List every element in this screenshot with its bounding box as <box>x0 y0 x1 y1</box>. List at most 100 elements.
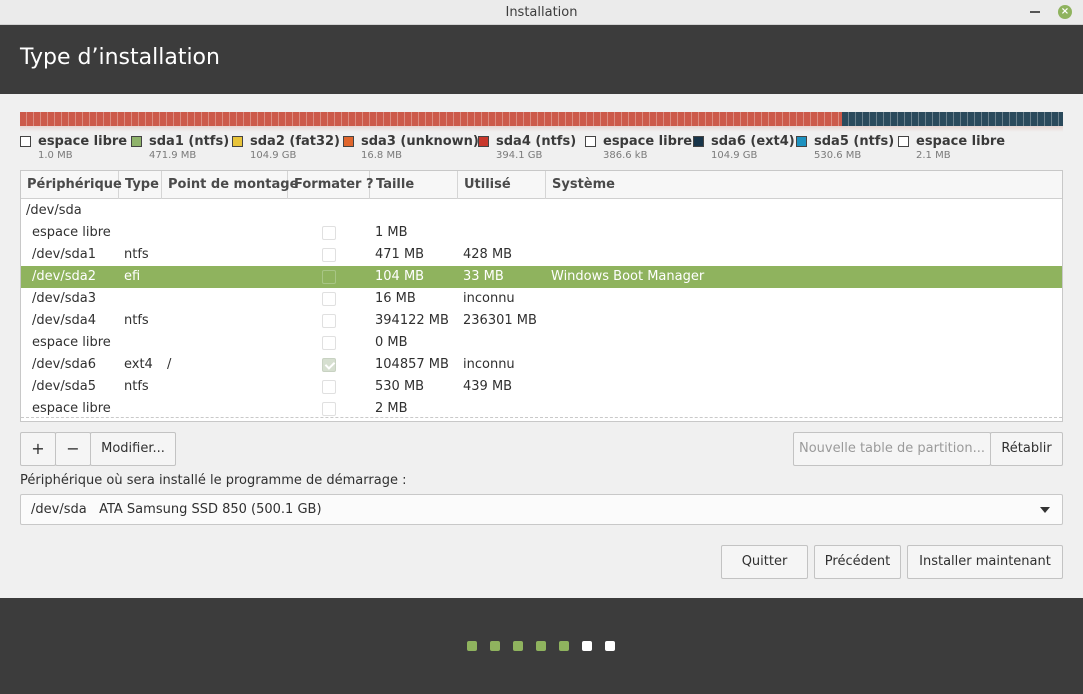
legend-swatch <box>796 136 807 147</box>
table-header: Périphérique Type Point de montage Forma… <box>21 171 1062 199</box>
disk-usage-bar <box>20 112 1063 132</box>
column-header-device[interactable]: Périphérique <box>21 171 122 199</box>
bootloader-label: Périphérique où sera installé le program… <box>20 473 407 488</box>
column-header-size[interactable]: Taille <box>370 171 458 199</box>
cell-size: 530 MB <box>375 379 425 394</box>
quit-button[interactable]: Quitter <box>721 545 808 579</box>
cell-size: 104 MB <box>375 269 425 284</box>
format-checkbox[interactable] <box>322 358 336 372</box>
cell-type: ntfs <box>124 247 149 262</box>
legend-name: sda4 (ntfs) <box>496 134 577 149</box>
legend-name: sda2 (fat32) <box>250 134 341 149</box>
cell-type: ntfs <box>124 313 149 328</box>
legend-name: sda6 (ext4) <box>711 134 795 149</box>
column-header-used[interactable]: Utilisé <box>458 171 546 199</box>
legend-size: 394.1 GB <box>496 150 543 161</box>
cell-type: ext4 <box>124 357 153 372</box>
legend-name: sda5 (ntfs) <box>814 134 895 149</box>
legend-name: sda3 (unknown) <box>361 134 479 149</box>
column-header-format[interactable]: Formater ? <box>288 171 374 199</box>
legend-name: espace libre <box>38 134 128 149</box>
legend-swatch <box>131 136 142 147</box>
install-now-button[interactable]: Installer maintenant <box>907 545 1063 579</box>
new-partition-table-button[interactable]: Nouvelle table de partition... <box>793 432 991 466</box>
legend-size: 16.8 MB <box>361 150 402 161</box>
format-checkbox[interactable] <box>322 314 336 328</box>
format-checkbox[interactable] <box>322 248 336 262</box>
legend-swatch <box>693 136 704 147</box>
cell-device: espace libre <box>32 335 111 350</box>
main-content: espace libre 1.0 MB sda1 (ntfs) 471.9 MB sda… <box>0 94 1083 598</box>
legend-size: 104.9 GB <box>711 150 758 161</box>
cell-used: inconnu <box>463 357 515 372</box>
cell-type: ntfs <box>124 379 149 394</box>
remove-partition-button[interactable]: − <box>55 432 91 466</box>
modify-partition-button[interactable]: Modifier... <box>90 432 176 466</box>
format-checkbox[interactable] <box>322 292 336 306</box>
page-header: Type d’installation <box>0 25 1083 94</box>
cell-size: 16 MB <box>375 291 416 306</box>
cell-size: 0 MB <box>375 335 408 350</box>
table-row[interactable]: /dev/sda1 ntfs 471 MB 428 MB <box>21 244 1062 266</box>
progress-step-complete <box>467 641 477 651</box>
add-partition-button[interactable]: + <box>20 432 56 466</box>
cell-device: /dev/sda5 <box>32 379 96 394</box>
window-title: Installation <box>505 5 578 20</box>
column-header-type[interactable]: Type <box>119 171 162 199</box>
progress-step-complete <box>536 641 546 651</box>
table-row[interactable]: /dev/sda4 ntfs 394122 MB 236301 MB <box>21 310 1062 332</box>
format-checkbox[interactable] <box>322 226 336 240</box>
legend-size: 530.6 MB <box>814 150 862 161</box>
cell-device: /dev/sda <box>26 203 82 218</box>
cell-device: /dev/sda3 <box>32 291 96 306</box>
format-checkbox[interactable] <box>322 336 336 350</box>
format-checkbox[interactable] <box>322 380 336 394</box>
legend-size: 386.6 kB <box>603 150 648 161</box>
cell-type: efi <box>124 269 141 284</box>
legend-swatch <box>20 136 31 147</box>
progress-step-complete <box>490 641 500 651</box>
table-row[interactable]: /dev/sda3 16 MB inconnu <box>21 288 1062 310</box>
table-row[interactable]: /dev/sda <box>21 200 1062 222</box>
cell-system: Windows Boot Manager <box>551 269 705 284</box>
bootloader-device-select[interactable]: /dev/sda ATA Samsung SSD 850 (500.1 GB) <box>20 494 1063 525</box>
close-icon[interactable]: × <box>1058 5 1072 19</box>
window-titlebar: Installation × <box>0 0 1083 25</box>
disk-segment <box>20 112 843 126</box>
cell-device: espace libre <box>32 225 111 240</box>
column-header-mount[interactable]: Point de montage <box>162 171 298 199</box>
table-row[interactable]: espace libre 1 MB <box>21 222 1062 244</box>
partition-table[interactable]: Périphérique Type Point de montage Forma… <box>20 170 1063 422</box>
cell-size: 394122 MB <box>375 313 449 328</box>
cell-used: 439 MB <box>463 379 513 394</box>
format-checkbox[interactable] <box>322 402 336 416</box>
revert-button[interactable]: Rétablir <box>990 432 1063 466</box>
cell-size: 104857 MB <box>375 357 449 372</box>
column-header-system[interactable]: Système <box>546 171 1062 199</box>
progress-footer <box>0 598 1083 694</box>
cell-used: 428 MB <box>463 247 513 262</box>
format-checkbox[interactable] <box>322 270 336 284</box>
cell-device: /dev/sda1 <box>32 247 96 262</box>
table-bottom-border <box>21 417 1062 418</box>
bootloader-device-value: /dev/sda ATA Samsung SSD 850 (500.1 GB) <box>31 502 322 517</box>
table-row[interactable]: /dev/sda2 efi 104 MB 33 MB Windows Boot Mana… <box>21 266 1062 288</box>
table-row[interactable]: /dev/sda6 ext4 / 104857 MB inconnu <box>21 354 1062 376</box>
table-row[interactable]: espace libre 0 MB <box>21 332 1062 354</box>
partition-legend: espace libre 1.0 MB sda1 (ntfs) 471.9 MB sda… <box>20 134 1063 164</box>
legend-size: 1.0 MB <box>38 150 73 161</box>
cell-used: inconnu <box>463 291 515 306</box>
table-row[interactable]: /dev/sda5 ntfs 530 MB 439 MB <box>21 376 1062 398</box>
legend-swatch <box>343 136 354 147</box>
back-button[interactable]: Précédent <box>814 545 901 579</box>
progress-step-complete <box>559 641 569 651</box>
progress-step-complete <box>513 641 523 651</box>
cell-device: /dev/sda6 <box>32 357 96 372</box>
cell-used: 236301 MB <box>463 313 537 328</box>
legend-swatch <box>585 136 596 147</box>
cell-mount: / <box>167 357 172 372</box>
legend-name: espace libre <box>603 134 693 149</box>
minimize-icon[interactable] <box>1030 11 1040 13</box>
legend-size: 2.1 MB <box>916 150 951 161</box>
cell-size: 471 MB <box>375 247 425 262</box>
